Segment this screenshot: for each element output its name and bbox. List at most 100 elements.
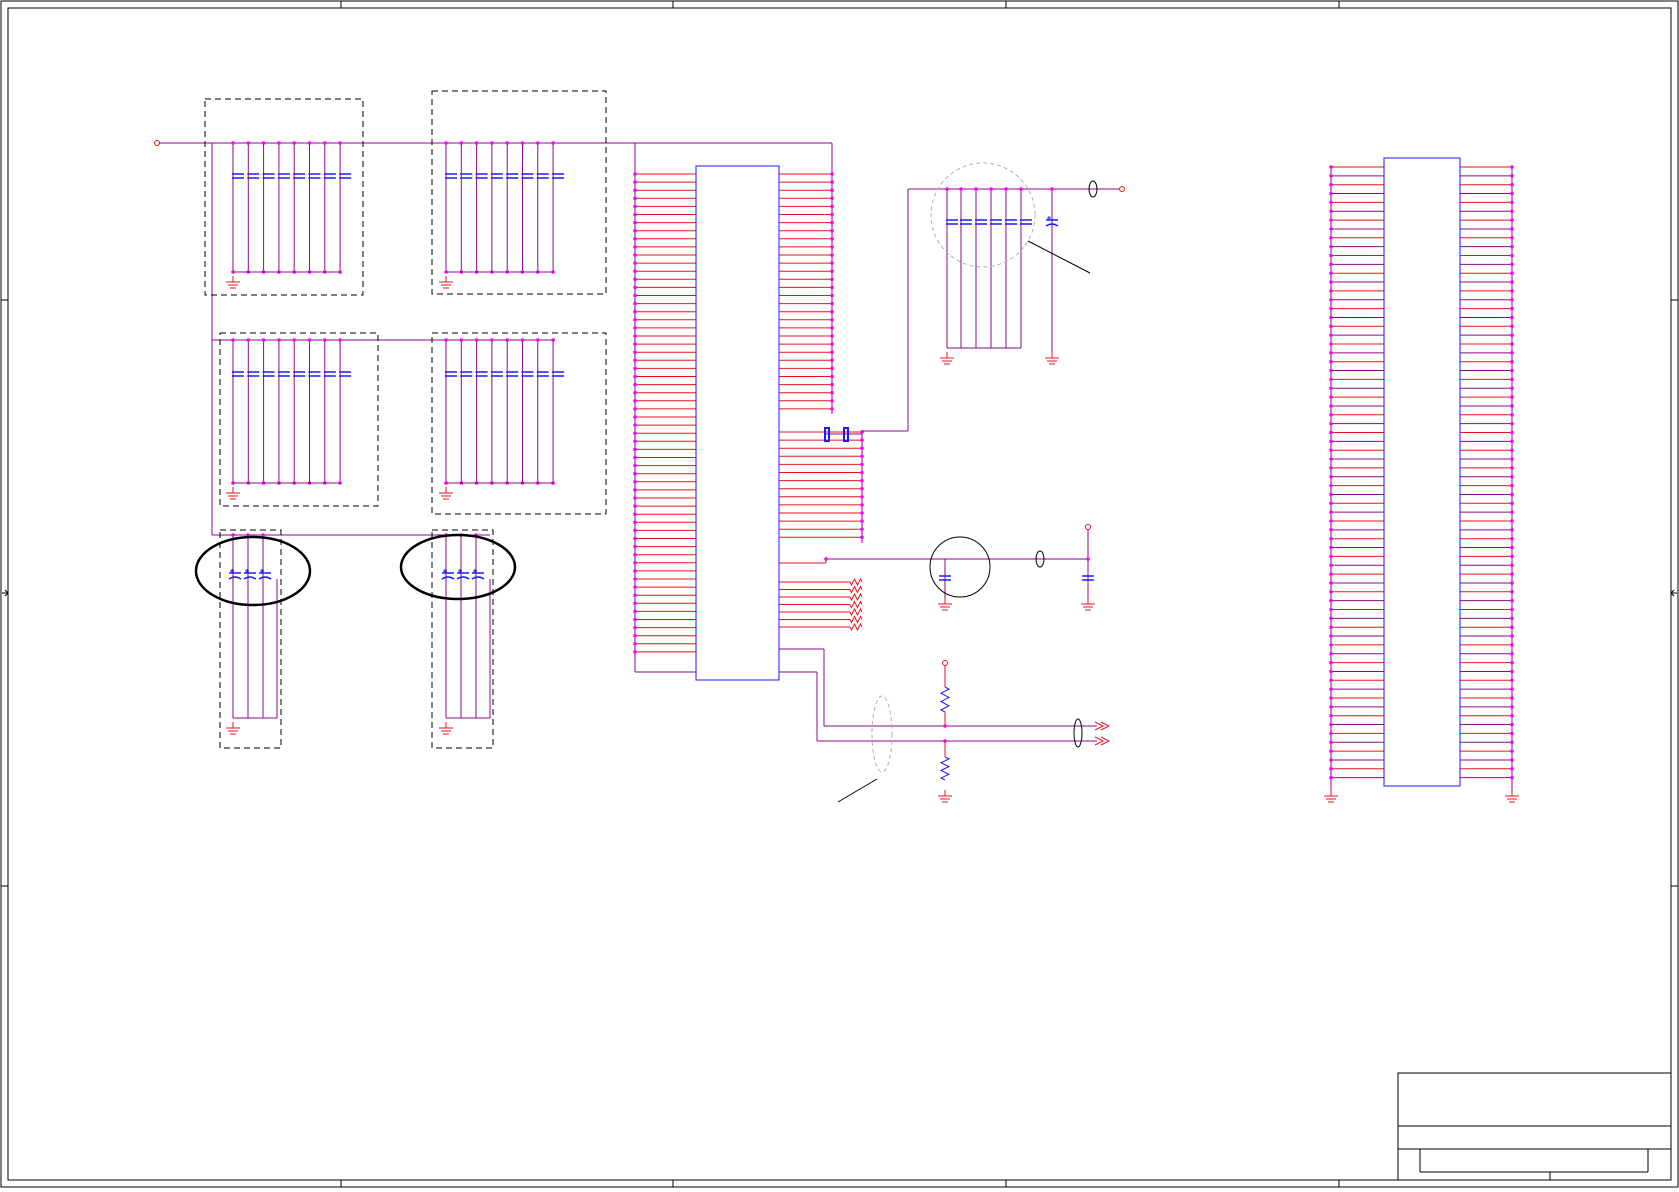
junction-dot: [830, 285, 834, 290]
junction-dot: [830, 253, 834, 257]
junction-dot: [633, 536, 637, 541]
junction-dot: [505, 338, 510, 342]
junction-dot: [1329, 386, 1333, 391]
supply-output-terminal: [1119, 186, 1125, 192]
junction-dot: [1510, 342, 1514, 346]
series-resistor: [849, 585, 863, 594]
junction-dot: [1329, 280, 1333, 284]
junction-dot: [1329, 333, 1333, 337]
junction-dot: [1510, 607, 1514, 612]
junction-dot: [1329, 651, 1333, 656]
junction-dot: [1510, 359, 1514, 364]
junction-dot: [1050, 187, 1054, 191]
junction-dot: [633, 593, 637, 597]
junction-dot: [1329, 244, 1333, 249]
junction-dot: [1329, 554, 1333, 559]
junction-dot: [261, 141, 266, 145]
junction-dot: [633, 504, 637, 508]
resistor: [939, 686, 951, 713]
junction-dot: [633, 569, 637, 573]
resistor: [939, 756, 951, 781]
junction-dot: [633, 577, 637, 581]
junction-dot: [1329, 227, 1333, 231]
schematic-canvas: [0, 0, 1679, 1188]
junction-dot: [633, 512, 637, 516]
junction-dot: [830, 390, 834, 395]
junction-dot: [1329, 218, 1333, 222]
junction-dot: [1004, 187, 1008, 191]
junction-dot: [633, 415, 637, 419]
junction-dot: [860, 446, 864, 451]
junction-dot: [633, 285, 637, 290]
junction-dot: [520, 141, 525, 145]
junction-dot: [633, 399, 637, 403]
junction-dot: [824, 557, 828, 561]
junction-dot: [1510, 616, 1514, 621]
junction-dot: [1510, 590, 1514, 594]
junction-dot: [1510, 492, 1514, 497]
offpage-connector: [1094, 736, 1111, 746]
junction-dot: [830, 350, 834, 355]
junction-dot: [1329, 669, 1333, 674]
junction-dot: [633, 617, 637, 622]
junction-dot: [1510, 289, 1514, 293]
junction-dot: [860, 527, 864, 531]
junction-dot: [1329, 625, 1333, 629]
junction-dot: [1329, 607, 1333, 612]
junction-dot: [261, 338, 266, 342]
junction-dot: [1329, 510, 1333, 514]
junction-dot: [1510, 705, 1514, 709]
junction-dot: [633, 228, 637, 233]
junction-dot: [860, 462, 864, 467]
junction-dot: [277, 141, 281, 145]
junction-dot: [1329, 359, 1333, 364]
junction-dot: [1510, 625, 1514, 629]
zone-arrow-left: [2, 589, 9, 597]
junction-dot: [1510, 174, 1514, 178]
junction-dot: [1329, 501, 1333, 506]
junction-dot: [1510, 227, 1514, 231]
junction-dot: [633, 204, 637, 209]
junction-dot: [1510, 758, 1514, 762]
junction-dot: [1510, 413, 1514, 417]
junction-dot: [1510, 536, 1514, 541]
junction-dot: [1329, 528, 1333, 532]
junction-dot: [1510, 643, 1514, 647]
junction-dot: [246, 141, 251, 145]
junction-dot: [633, 585, 637, 589]
junction-dot: [1510, 333, 1514, 337]
offpage-connector: [1094, 721, 1111, 731]
zone-arrow-right: [1670, 589, 1677, 597]
junction-dot: [1329, 767, 1333, 771]
junction-dot: [1086, 557, 1090, 561]
junction-dot: [1329, 545, 1333, 550]
junction-dot: [1329, 749, 1333, 753]
junction-dot: [1510, 386, 1514, 391]
junction-dot: [633, 293, 637, 298]
junction-dot: [860, 478, 864, 483]
junction-dot: [1329, 457, 1333, 461]
junction-dot: [1510, 474, 1514, 479]
junction-dot: [277, 338, 281, 342]
junction-dot: [633, 220, 637, 225]
junction-dot: [1329, 758, 1333, 762]
highlight-ellipse: [399, 533, 517, 601]
junction-dot: [474, 338, 479, 342]
junction-dot: [1329, 297, 1333, 302]
junction-dot: [1329, 572, 1333, 576]
drawing-frame: [0, 0, 1679, 1188]
junction-dot: [830, 366, 834, 371]
junction-dot: [1510, 209, 1514, 214]
junction-dot: [860, 470, 864, 475]
junction-dot: [633, 350, 637, 355]
junction-dot: [830, 237, 834, 241]
junction-dot: [1329, 253, 1333, 258]
junction-dot: [1329, 377, 1333, 382]
junction-dot: [1510, 244, 1514, 249]
junction-dot: [1510, 713, 1514, 718]
junction-dot: [1329, 200, 1333, 205]
power-input-terminal: [154, 140, 160, 146]
junction-dot: [551, 141, 555, 145]
junction-dot: [292, 141, 297, 145]
junction-dot: [459, 338, 464, 342]
